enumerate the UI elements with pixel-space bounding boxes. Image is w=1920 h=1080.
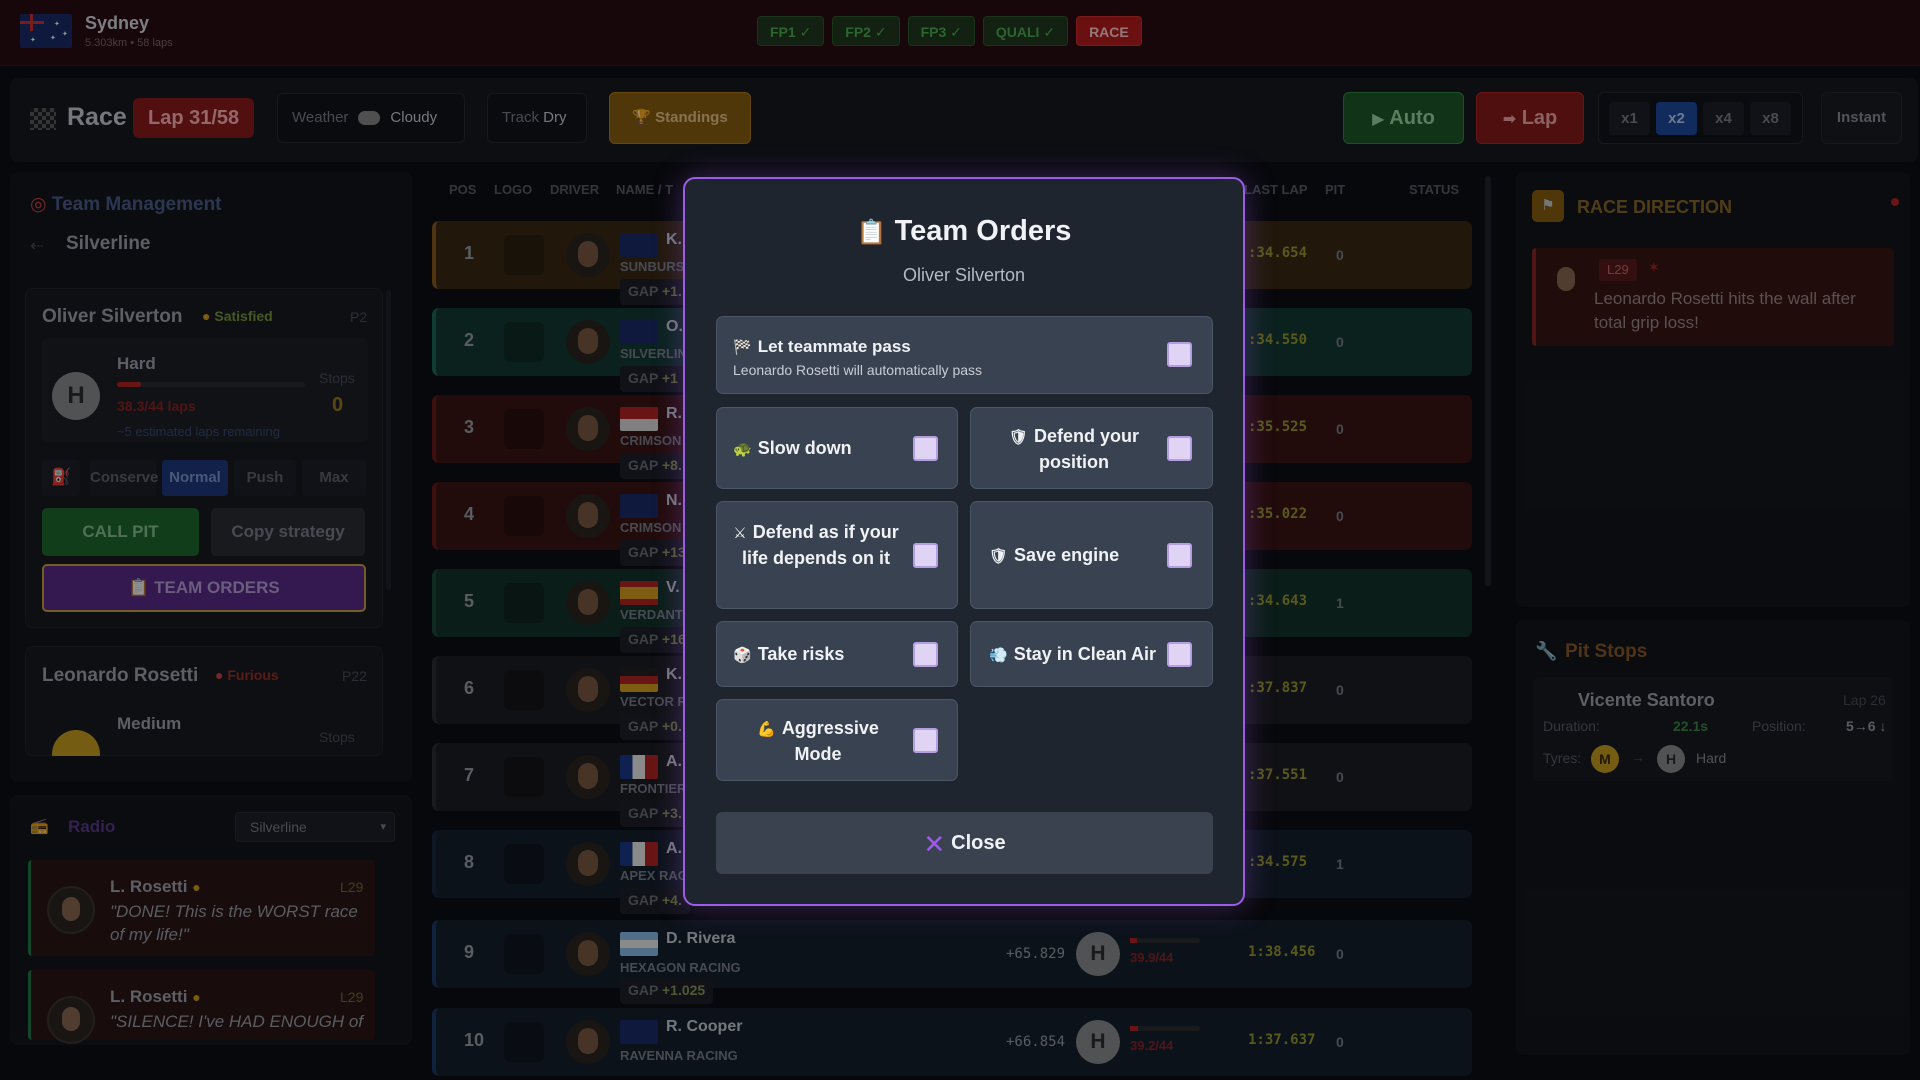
- order-slow-down[interactable]: 🐢 Slow down: [716, 407, 958, 489]
- order-label: 🎲 Take risks: [733, 642, 844, 668]
- modal-title: 📋 Team Orders: [685, 215, 1243, 248]
- let-pass-checkbox[interactable]: [1167, 342, 1192, 367]
- flexed-arm-icon: 💪: [757, 721, 776, 738]
- aggressive-checkbox[interactable]: [913, 728, 938, 753]
- wind-icon: 💨: [989, 647, 1008, 664]
- close-label: Close: [951, 832, 1006, 854]
- turtle-icon: 🐢: [733, 441, 752, 458]
- crossed-swords-icon: ⚔: [733, 525, 747, 542]
- defend-position-checkbox[interactable]: [1167, 436, 1192, 461]
- team-orders-modal: 📋 Team Orders Oliver Silverton 🏁 Let team…: [683, 177, 1245, 906]
- order-aggressive-mode[interactable]: 💪 Aggressive Mode: [716, 699, 958, 781]
- order-clean-air[interactable]: 💨 Stay in Clean Air: [970, 621, 1213, 687]
- order-description: Leonardo Rosetti will automatically pass: [733, 362, 983, 378]
- order-save-engine[interactable]: 🛡 Save engine: [970, 501, 1213, 609]
- order-label: 🏁 Let teammate pass: [733, 337, 911, 357]
- order-label: 🛡 Save engine: [989, 543, 1119, 569]
- order-label: 🛡 Defend your position: [999, 424, 1149, 475]
- order-defend-life[interactable]: ⚔ Defend as if your life depends on it: [716, 501, 958, 609]
- clipboard-icon: 📋: [856, 219, 887, 246]
- order-label: 🐢 Slow down: [733, 436, 852, 462]
- modal-subtitle: Oliver Silverton: [902, 265, 1026, 285]
- order-label: 💪 Aggressive Mode: [753, 716, 883, 767]
- aggressive-label: Aggressive Mode: [781, 718, 879, 764]
- checkered-flag-icon: 🏁: [733, 339, 752, 356]
- let-pass-label: Let teammate pass: [757, 337, 911, 356]
- defend-life-checkbox[interactable]: [913, 543, 938, 568]
- clean-air-checkbox[interactable]: [1167, 642, 1192, 667]
- defend-position-label: Defend your position: [1034, 426, 1140, 472]
- order-let-teammate-pass[interactable]: 🏁 Let teammate pass Leonardo Rosetti will…: [716, 316, 1213, 394]
- defend-life-label: Defend as if your life depends on it: [741, 522, 899, 568]
- take-risks-checkbox[interactable]: [913, 642, 938, 667]
- slow-down-label: Slow down: [757, 438, 852, 458]
- slow-down-checkbox[interactable]: [913, 436, 938, 461]
- save-engine-label: Save engine: [1014, 545, 1120, 565]
- shield-icon: 🛡: [1008, 429, 1029, 446]
- order-defend-position[interactable]: 🛡 Defend your position: [970, 407, 1213, 489]
- take-risks-label: Take risks: [757, 644, 845, 664]
- close-button[interactable]: ✕ Close: [716, 812, 1213, 874]
- order-label: ⚔ Defend as if your life depends on it: [731, 520, 901, 571]
- dice-icon: 🎲: [733, 647, 752, 664]
- save-engine-checkbox[interactable]: [1167, 543, 1192, 568]
- modal-title-text: Team Orders: [894, 215, 1072, 247]
- order-take-risks[interactable]: 🎲 Take risks: [716, 621, 958, 687]
- close-icon: ✕: [923, 828, 946, 859]
- clean-air-label: Stay in Clean Air: [1013, 644, 1157, 664]
- order-label: 💨 Stay in Clean Air: [989, 642, 1156, 668]
- shield-icon: 🛡: [989, 548, 1009, 565]
